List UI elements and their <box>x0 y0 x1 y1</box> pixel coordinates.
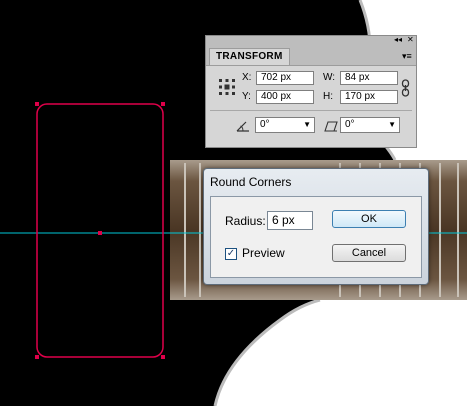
chevron-down-icon: ▼ <box>303 120 311 129</box>
shear-combo[interactable]: 0° ▼ <box>340 117 400 133</box>
rotate-angle-icon <box>236 121 249 132</box>
w-field[interactable]: 84 px <box>340 71 398 85</box>
collapse-panel-icon[interactable]: ◂◂ <box>394 35 402 44</box>
transform-panel: ◂◂ ✕ TRANSFORM ▾≡ X: 702 px W: 84 px Y: … <box>205 35 417 148</box>
dialog-title: Round Corners <box>210 175 292 189</box>
y-field[interactable]: 400 px <box>256 90 314 104</box>
rotate-combo[interactable]: 0° ▼ <box>255 117 315 133</box>
ok-button[interactable]: OK <box>332 210 406 228</box>
chain-link-icon[interactable] <box>401 79 410 97</box>
panel-divider <box>210 110 412 111</box>
preview-checkbox[interactable]: ✓ <box>225 248 237 260</box>
w-label: W: <box>323 72 336 83</box>
reference-point-grid-icon[interactable] <box>218 78 236 96</box>
h-field[interactable]: 170 px <box>340 90 398 104</box>
radius-label: Radius: <box>225 214 266 228</box>
radius-field[interactable]: 6 px <box>267 211 313 230</box>
shear-angle-icon <box>324 121 338 132</box>
tab-transform[interactable]: TRANSFORM <box>209 48 290 65</box>
cancel-button[interactable]: Cancel <box>332 244 406 262</box>
x-label: X: <box>242 72 252 83</box>
panel-menu-icon[interactable]: ▾≡ <box>402 51 412 62</box>
rotate-value: 0° <box>260 119 270 130</box>
h-label: H: <box>323 91 333 102</box>
close-panel-icon[interactable]: ✕ <box>407 35 414 44</box>
y-label: Y: <box>242 91 251 102</box>
round-corners-dialog: Round Corners Radius: 6 px ✓ Preview OK … <box>203 168 429 285</box>
x-field[interactable]: 702 px <box>256 71 314 85</box>
preview-label: Preview <box>242 246 285 260</box>
chevron-down-icon: ▼ <box>388 120 396 129</box>
shear-value: 0° <box>345 119 355 130</box>
dialog-content: Radius: 6 px ✓ Preview OK Cancel <box>210 196 422 278</box>
